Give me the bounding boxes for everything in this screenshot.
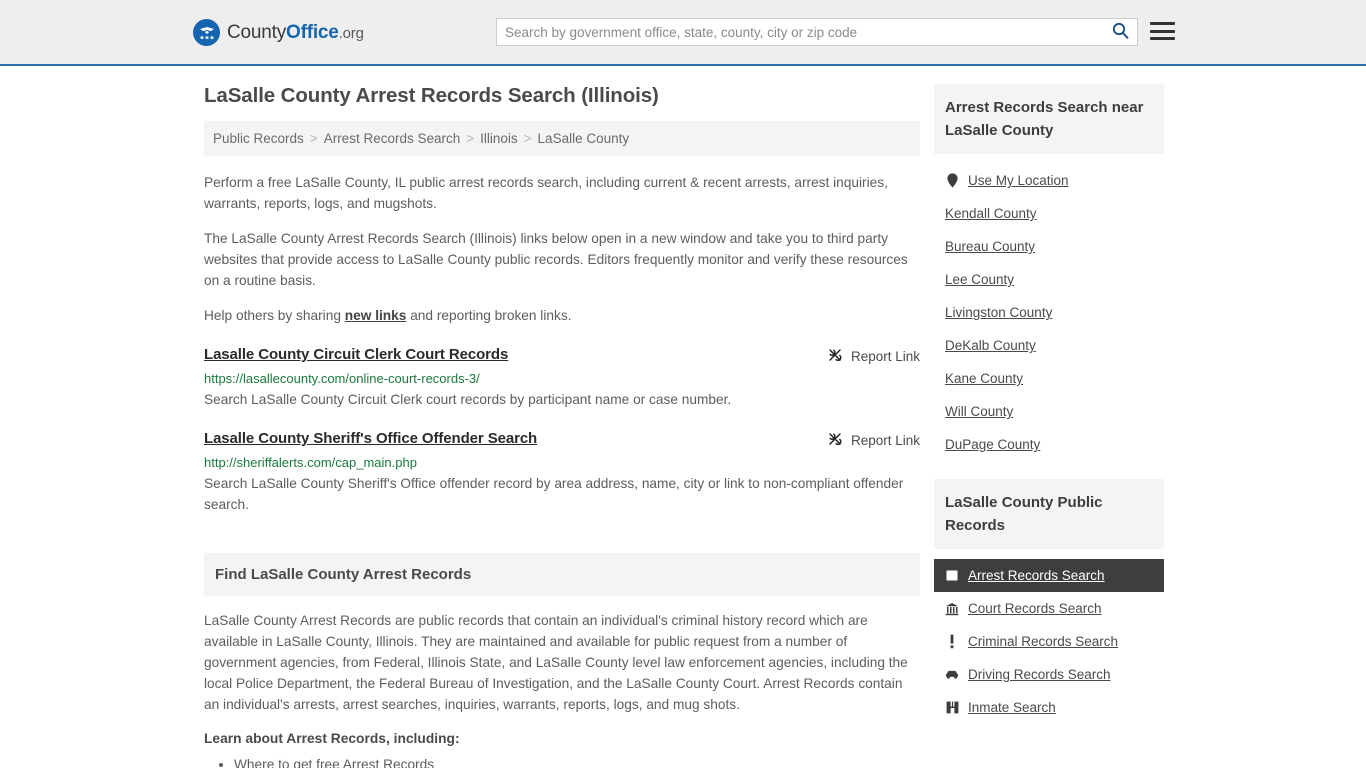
sidebar-item-label: Arrest Records Search [968,568,1105,583]
sidebar-item-kane-county[interactable]: Kane County [934,362,1164,395]
page-title: LaSalle County Arrest Records Search (Il… [204,84,659,107]
listing-url[interactable]: http://sheriffalerts.com/cap_main.php [204,455,920,470]
sidebar-item-label: Use My Location [968,173,1069,188]
find-records-paragraph: LaSalle County Arrest Records are public… [204,613,908,712]
sidebar-item-arrest-records-search[interactable]: Arrest Records Search [934,559,1164,592]
hamburger-menu-icon[interactable] [1150,20,1175,42]
sidebar-item-livingston-county[interactable]: Livingston County [934,296,1164,329]
listing-description: Search LaSalle County Circuit Clerk cour… [204,392,732,407]
broken-link-icon [827,347,843,366]
listing-title-link[interactable]: Lasalle County Sheriff's Office Offender… [204,430,537,447]
eagle-seal-logo-icon [193,19,220,46]
sidebar-item-bureau-county[interactable]: Bureau County [934,230,1164,263]
sidebar-item-dupage-county[interactable]: DuPage County [934,428,1164,461]
nearby-counties-list: Use My Location Kendall County Bureau Co… [934,154,1164,461]
logo-text-part2: Office [286,21,339,43]
logo-text-part1: County [227,21,287,43]
site-logo[interactable]: CountyOffice.org [193,19,364,46]
breadcrumb-separator: > [309,131,318,146]
sidebar-item-court-records-search[interactable]: Court Records Search [934,592,1164,625]
sidebar-item-inmate-search[interactable]: Inmate Search [934,691,1164,724]
sidebar-item-will-county[interactable]: Will County [934,395,1164,428]
sidebar-item-label: DuPage County [945,437,1041,452]
sidebar-item-lee-county[interactable]: Lee County [934,263,1164,296]
find-records-body: LaSalle County Arrest Records are public… [204,596,920,768]
breadcrumb-item-1[interactable]: Arrest Records Search [324,131,461,146]
sidebar: Arrest Records Search near LaSalle Count… [934,84,1164,768]
link-listing: Lasalle County Sheriff's Office Offender… [204,430,920,515]
listing-description: Search LaSalle County Sheriff's Office o… [204,476,904,512]
report-link-label: Report Link [850,349,920,364]
sidebar-item-label: Bureau County [945,239,1036,254]
sidebar-item-driving-records-search[interactable]: Driving Records Search [934,658,1164,691]
public-records-heading: LaSalle County Public Records [934,479,1164,549]
learn-about-list: Where to get free Arrest Records [204,754,920,768]
square-icon [945,569,959,582]
search-input[interactable] [497,19,1103,45]
sidebar-item-dekalb-county[interactable]: DeKalb County [934,329,1164,362]
courthouse-icon [945,602,959,616]
sidebar-item-label: DeKalb County [945,338,1036,353]
sidebar-item-label: Livingston County [945,305,1053,320]
search-bar [496,18,1138,46]
sidebar-item-label: Lee County [945,272,1015,287]
page-body: LaSalle County Arrest Records Search (Il… [0,66,1366,768]
search-button[interactable] [1103,19,1137,45]
link-listing: Lasalle County Circuit Clerk Court Recor… [204,346,920,410]
nearby-counties-panel: Arrest Records Search near LaSalle Count… [934,84,1164,461]
jail-building-icon [945,701,959,714]
share-text-after: and reporting broken links. [406,308,572,323]
listing-url[interactable]: https://lasallecounty.com/online-court-r… [204,371,920,386]
site-header: CountyOffice.org [0,0,1366,66]
sidebar-item-use-my-location[interactable]: Use My Location [934,164,1164,197]
sidebar-item-label: Criminal Records Search [968,634,1119,649]
nearby-counties-heading: Arrest Records Search near LaSalle Count… [934,84,1164,154]
breadcrumb: Public Records > Arrest Records Search > Ill… [204,121,920,156]
search-icon [1112,22,1129,42]
map-pin-icon [945,173,959,188]
sidebar-item-label: Court Records Search [968,601,1102,616]
share-text-before: Help others by sharing [204,308,345,323]
breadcrumb-item-3[interactable]: LaSalle County [538,131,630,146]
public-records-panel: LaSalle County Public Records Arrest Rec… [934,479,1164,724]
main-content: LaSalle County Arrest Records Search (Il… [204,84,920,768]
breadcrumb-item-2[interactable]: Illinois [480,131,518,146]
public-records-list: Arrest Records Search Court Records Sear… [934,549,1164,724]
intro-paragraph-1: Perform a free LaSalle County, IL public… [204,175,888,211]
sidebar-item-label: Kendall County [945,206,1037,221]
car-icon [945,669,959,680]
sidebar-item-label: Will County [945,404,1014,419]
learn-about-heading: Learn about Arrest Records, including: [204,731,460,746]
report-link-button[interactable]: Report Link [827,430,920,450]
breadcrumb-item-0[interactable]: Public Records [213,131,304,146]
exclamation-icon [945,634,959,649]
report-link-button[interactable]: Report Link [827,346,920,366]
broken-link-icon [827,431,843,450]
sidebar-item-label: Driving Records Search [968,667,1111,682]
sidebar-item-criminal-records-search[interactable]: Criminal Records Search [934,625,1164,658]
report-link-label: Report Link [850,433,920,448]
sidebar-item-kendall-county[interactable]: Kendall County [934,197,1164,230]
listing-title-link[interactable]: Lasalle County Circuit Clerk Court Recor… [204,346,508,363]
logo-text-part3: .org [338,24,364,42]
sidebar-item-label: Kane County [945,371,1024,386]
intro-paragraph-3: Help others by sharing new links and rep… [204,305,920,326]
breadcrumb-separator: > [466,131,475,146]
site-logo-text: CountyOffice.org [227,22,364,44]
find-records-heading: Find LaSalle County Arrest Records [204,553,920,596]
breadcrumb-separator: > [523,131,532,146]
sidebar-item-label: Inmate Search [968,700,1056,715]
list-item: Where to get free Arrest Records [234,754,920,768]
intro-paragraph-2: The LaSalle County Arrest Records Search… [204,231,908,288]
new-links-link[interactable]: new links [345,308,407,323]
